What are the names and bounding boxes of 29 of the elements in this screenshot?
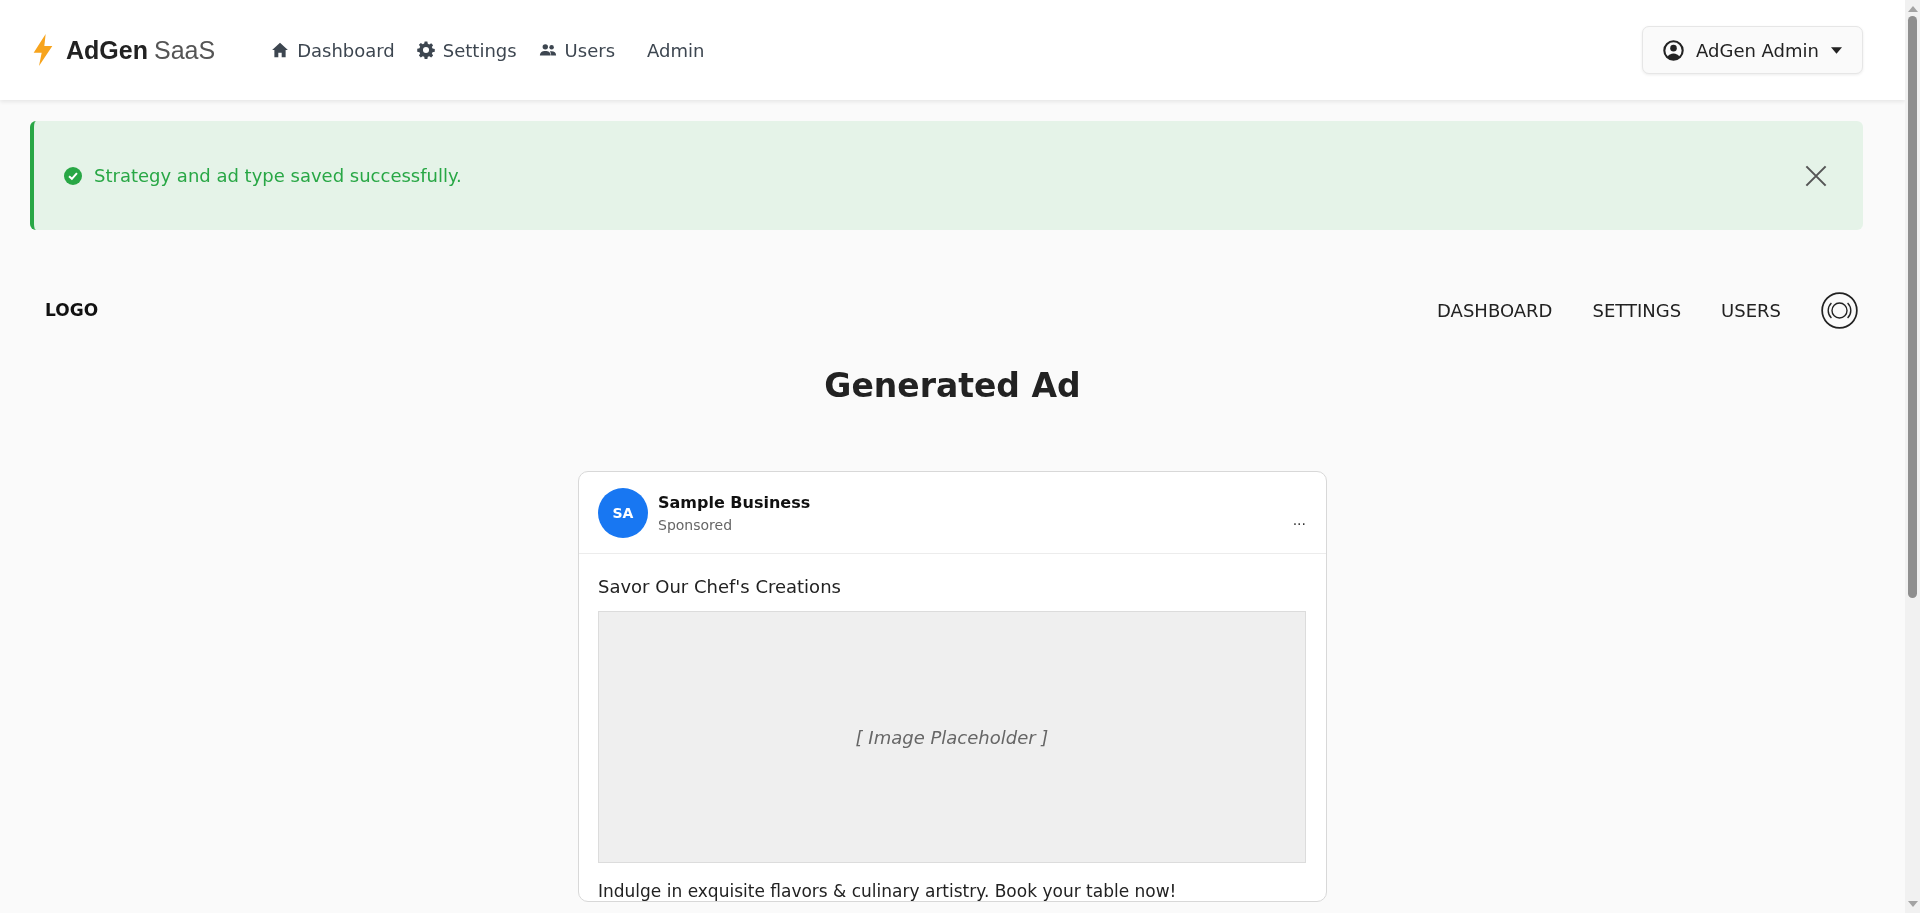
user-menu-button[interactable]: AdGen Admin — [1642, 26, 1863, 74]
nav-link[interactable]: Admin — [647, 39, 705, 61]
nav-link[interactable]: SETTINGS — [1592, 299, 1682, 321]
brand-suffix: SaaS — [153, 35, 216, 65]
placeholder-text: [ Image Placeholder ] — [855, 726, 1049, 748]
avatar: SA — [598, 488, 648, 538]
nav-link[interactable]: Dashboard — [271, 39, 395, 61]
brand-name: AdGen — [66, 35, 148, 65]
page-heading: Generated Ad — [823, 366, 1082, 405]
close-icon — [1805, 164, 1827, 187]
business-name: Sample Business — [658, 493, 812, 512]
nav-link[interactable]: Users — [538, 39, 615, 61]
ring-icon — [1821, 291, 1858, 329]
user-circle-icon — [1663, 39, 1685, 61]
ad-description: Indulge in exquisite flavors & culinary artistry. Book your table now! — [598, 881, 1178, 901]
sponsored-label: Sponsored — [658, 517, 734, 533]
ad-headline: Savor Our Chef's Creations — [598, 576, 842, 597]
scrollbar[interactable] — [1905, 0, 1920, 913]
check-circle-icon — [64, 166, 82, 185]
more-button[interactable]: ... — [1292, 512, 1306, 528]
nav-link[interactable]: DASHBOARD — [1437, 299, 1553, 321]
settings-icon — [416, 41, 435, 59]
logo-text: LOGO — [45, 300, 99, 320]
nav-link[interactable]: USERS — [1721, 299, 1781, 321]
nav-link[interactable]: Settings — [416, 39, 517, 61]
alert-message: Strategy and ad type saved successfully. — [94, 165, 462, 186]
house-icon — [271, 41, 290, 59]
caret-icon — [1831, 46, 1842, 54]
lightning-icon — [32, 34, 54, 66]
